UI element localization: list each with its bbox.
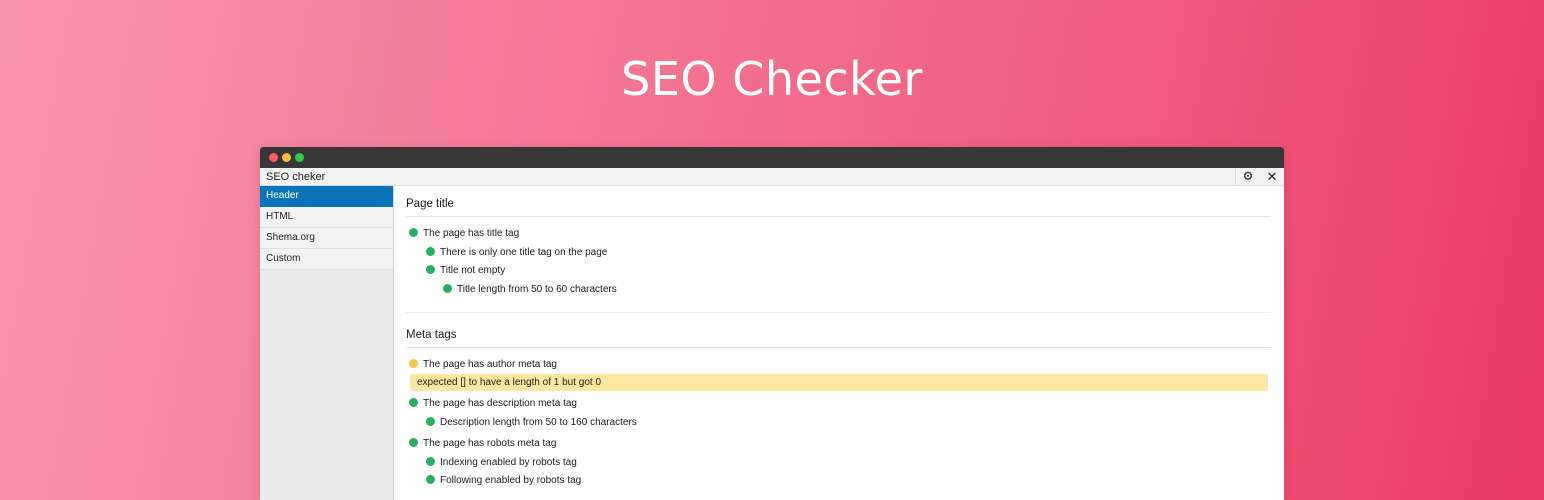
check-label: Following enabled by robots tag [440,475,582,486]
pass-status-icon [409,228,418,237]
check-label: The page has description meta tag [423,398,577,409]
window-close-dot[interactable] [269,153,278,162]
pass-status-icon [426,457,435,466]
check-label: There is only one title tag on the page [440,247,608,258]
check-item: The page has author meta tag [409,358,557,372]
pass-status-icon [409,438,418,447]
section-divider [406,312,1271,313]
check-label: The page has author meta tag [423,359,557,370]
pass-status-icon [409,398,418,407]
sidebar-item-html[interactable]: HTML [260,207,393,228]
check-item: Description length from 50 to 160 charac… [426,416,637,430]
panel-header: SEO cheker ⚙ ✕ [260,168,1284,186]
pass-status-icon [426,475,435,484]
close-icon[interactable]: ✕ [1267,168,1278,185]
section-title: Meta tags [406,329,1271,348]
check-item: Following enabled by robots tag [426,474,581,488]
check-label: The page has robots meta tag [423,438,557,449]
window-titlebar [260,147,1284,168]
sidebar-item-shema-org[interactable]: Shema.org [260,228,393,249]
pass-status-icon [426,417,435,426]
check-label: Description length from 50 to 160 charac… [440,417,637,428]
panel-title: SEO cheker [266,171,326,183]
warning-status-icon [409,359,418,368]
check-item: Title length from 50 to 60 characters [443,283,617,297]
sidebar-item-custom[interactable]: Custom [260,249,393,270]
gear-icon[interactable]: ⚙ [1243,168,1254,185]
check-label: Indexing enabled by robots tag [440,457,577,468]
results-pane: Page title The page has title tag There … [394,186,1284,500]
check-item: The page has title tag [409,227,519,241]
pass-status-icon [426,265,435,274]
panel-body: Header HTML Shema.org Custom Page title … [260,186,1284,500]
check-item: The page has description meta tag [409,397,577,411]
section-title: Page title [406,198,1271,217]
app-window: SEO cheker ⚙ ✕ Header HTML Shema.org Cus… [260,147,1284,500]
check-item: Indexing enabled by robots tag [426,456,577,470]
check-label: Title not empty [440,265,506,276]
check-item: There is only one title tag on the page [426,246,607,260]
sidebar-item-header[interactable]: Header [260,186,393,207]
section-page-title: Page title [406,198,1271,217]
section-meta-tags: Meta tags [406,329,1271,348]
hero-title: SEO Checker [621,52,923,106]
panel-controls: ⚙ ✕ [1235,168,1284,185]
sidebar: Header HTML Shema.org Custom [260,186,394,500]
check-item: The page has robots meta tag [409,437,556,451]
window-maximize-dot[interactable] [295,153,304,162]
window-minimize-dot[interactable] [282,153,291,162]
check-label: The page has title tag [423,228,520,239]
check-item: Title not empty [426,264,505,278]
check-label: Title length from 50 to 60 characters [457,284,617,295]
pass-status-icon [426,247,435,256]
pass-status-icon [443,284,452,293]
error-message: expected [] to have a length of 1 but go… [410,374,1268,391]
